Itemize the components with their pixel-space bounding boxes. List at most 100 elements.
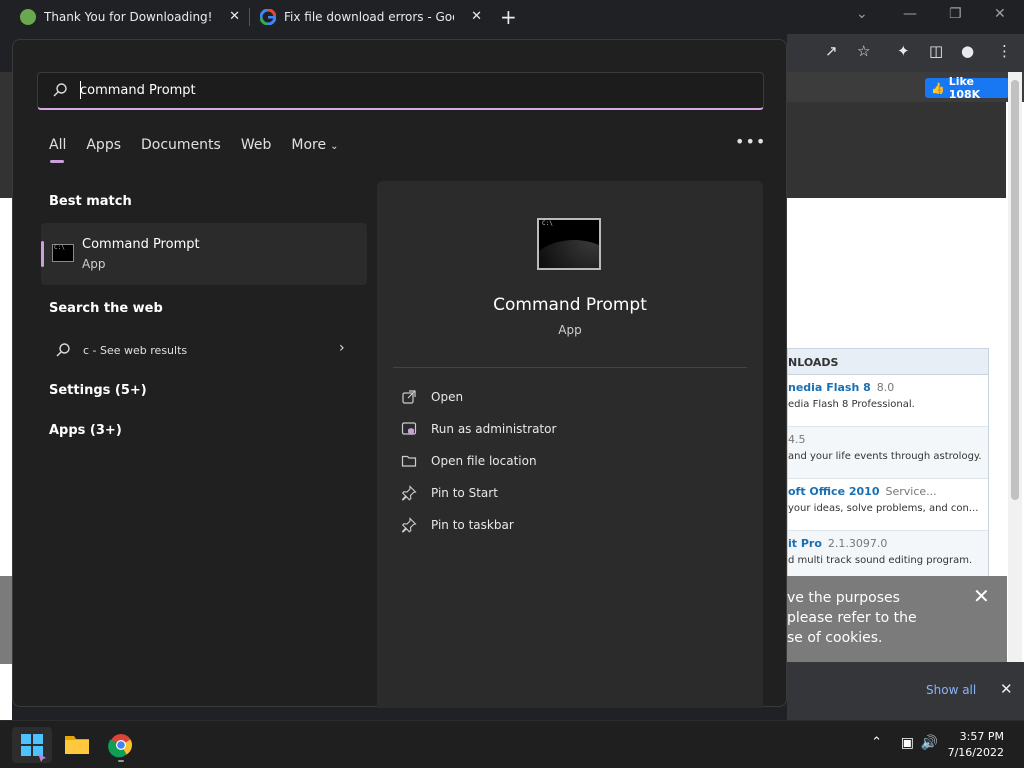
list-item[interactable]: oft Office 2010 Service... your ideas, so… [788,479,988,531]
list-item[interactable]: 4.5 and your life events through astrolo… [788,427,988,479]
apps-header[interactable]: Apps (3+) [49,423,122,438]
cookie-text-line: se of cookies. [787,630,883,646]
close-download-shelf-icon[interactable]: ✕ [1000,680,1013,698]
web-result-item[interactable]: c - See web results › [41,335,367,365]
chevron-down-icon: ⌄ [330,141,339,152]
list-item[interactable]: nedia Flash 8 8.0 edia Flash 8 Profession… [788,375,988,427]
show-hidden-icons[interactable]: ⌃ [871,735,882,750]
google-favicon-icon [259,8,277,26]
action-label: Pin to Start [431,486,498,500]
action-run-as-admin[interactable]: Run as administrator [401,417,741,441]
action-label: Run as administrator [431,422,557,436]
file-explorer-icon[interactable] [57,727,97,763]
windows-logo-icon [21,734,46,762]
cookie-text-line: please refer to the [787,610,917,626]
settings-header[interactable]: Settings (5+) [49,383,147,398]
chevron-right-icon[interactable]: › [339,340,345,356]
search-input[interactable]: command Prompt [37,72,764,110]
browser-tab-strip: Thank You for Downloading! ✕ Fix file do… [0,0,1024,34]
tab-more[interactable]: More ⌄ [291,137,338,161]
chrome-icon[interactable] [101,727,141,763]
pin-icon [401,485,417,501]
close-tab-icon[interactable]: ✕ [471,9,482,24]
side-panel-icon[interactable]: ◫ [929,42,943,60]
search-query[interactable]: command Prompt [80,83,196,98]
new-tab-button[interactable]: + [500,5,517,29]
action-pin-to-taskbar[interactable]: Pin to taskbar [401,513,741,537]
action-label: Pin to taskbar [431,518,514,532]
best-match-item[interactable]: Command Prompt App [41,223,367,285]
best-match-header: Best match [49,194,132,209]
detail-title: Command Prompt [493,295,647,315]
search-icon [52,82,68,98]
tab-title: Fix file download errors - Google Chrome… [284,10,454,24]
scrollbar-thumb[interactable] [1011,80,1019,500]
facebook-like-button[interactable]: 👍 Like 108K [925,75,1009,101]
minimize-icon[interactable]: — [903,6,917,22]
tab-documents[interactable]: Documents [141,137,221,161]
command-prompt-icon [537,218,601,270]
profile-avatar-icon[interactable]: ● [961,42,974,60]
webpage-banner [787,102,1006,198]
download-version: Service... [885,485,937,498]
download-desc: d multi track sound editing program. [788,555,973,566]
open-external-icon [401,389,417,405]
download-desc: your ideas, solve problems, and con... [788,503,979,514]
download-desc: edia Flash 8 Professional. [788,399,915,410]
clock-date[interactable]: 7/16/2022 [948,746,1004,759]
download-desc: and your life events through astrology. [788,451,982,462]
browser-toolbar: ↗ ☆ ✦ ◫ ● ⋮ [787,34,1024,72]
clock-time[interactable]: 3:57 PM [960,730,1004,743]
action-open[interactable]: Open [401,385,741,409]
background-banner-edge [0,72,12,198]
volume-icon[interactable]: 🔊 [921,735,938,751]
taskbar: ⌃ ▣ 🔊 3:57 PM 7/16/2022 [0,720,1024,768]
search-web-header: Search the web [49,301,163,316]
shield-admin-icon [401,421,417,437]
background-webpage: 👍 Like 108K NLOADS nedia Flash 8 8.0 edia… [787,72,1024,720]
divider [393,367,747,368]
pin-icon [401,517,417,533]
web-result-label: c - See web results [83,344,188,357]
more-options-icon[interactable]: ••• [735,132,766,151]
tab-more-label: More [291,137,327,153]
thumbs-up-icon: 👍 [931,81,945,95]
browser-menu-icon[interactable]: ⋮ [997,42,1012,60]
show-all-link[interactable]: Show all [926,683,976,697]
action-open-file-location[interactable]: Open file location [401,449,741,473]
download-version: 2.1.3097.0 [827,537,888,550]
close-cookie-icon[interactable]: ✕ [973,584,1014,608]
download-version: 4.5 [788,433,806,446]
command-prompt-icon [52,244,74,262]
download-shelf: Show all ✕ [787,662,1024,720]
download-title[interactable]: oft Office 2010 [788,485,879,498]
network-icon[interactable]: ▣ [901,735,914,751]
download-version: 8.0 [876,381,895,394]
browser-tab[interactable]: Fix file download errors - Google Chrome… [250,0,492,34]
tab-search-icon[interactable]: ⌄ [856,6,868,22]
download-title[interactable]: nedia Flash 8 [788,381,871,394]
action-label: Open [431,390,464,404]
browser-tab[interactable]: Thank You for Downloading! ✕ [0,0,250,34]
action-pin-to-start[interactable]: Pin to Start [401,481,741,505]
start-search-panel: command Prompt All Apps Documents Web Mo… [12,39,787,708]
selection-indicator [41,241,44,267]
start-button[interactable] [12,727,52,763]
tab-apps[interactable]: Apps [86,137,121,161]
tab-web[interactable]: Web [241,137,272,161]
bookmark-star-icon[interactable]: ☆ [857,42,870,60]
detail-subtitle: App [558,323,582,337]
tab-title: Thank You for Downloading! [44,10,213,24]
restore-icon[interactable]: ❐ [949,6,962,22]
download-title[interactable]: it Pro [788,537,822,550]
close-tab-icon[interactable]: ✕ [229,9,240,24]
filter-tabs: All Apps Documents Web More ⌄ [49,137,358,163]
extensions-puzzle-icon[interactable]: ✦ [897,42,910,60]
folder-icon [401,453,417,469]
background-window-edge [0,72,12,720]
close-window-icon[interactable]: ✕ [994,6,1006,22]
action-label: Open file location [431,454,537,468]
tab-all[interactable]: All [49,137,66,163]
best-match-title: Command Prompt [82,237,200,252]
share-icon[interactable]: ↗ [825,42,838,60]
